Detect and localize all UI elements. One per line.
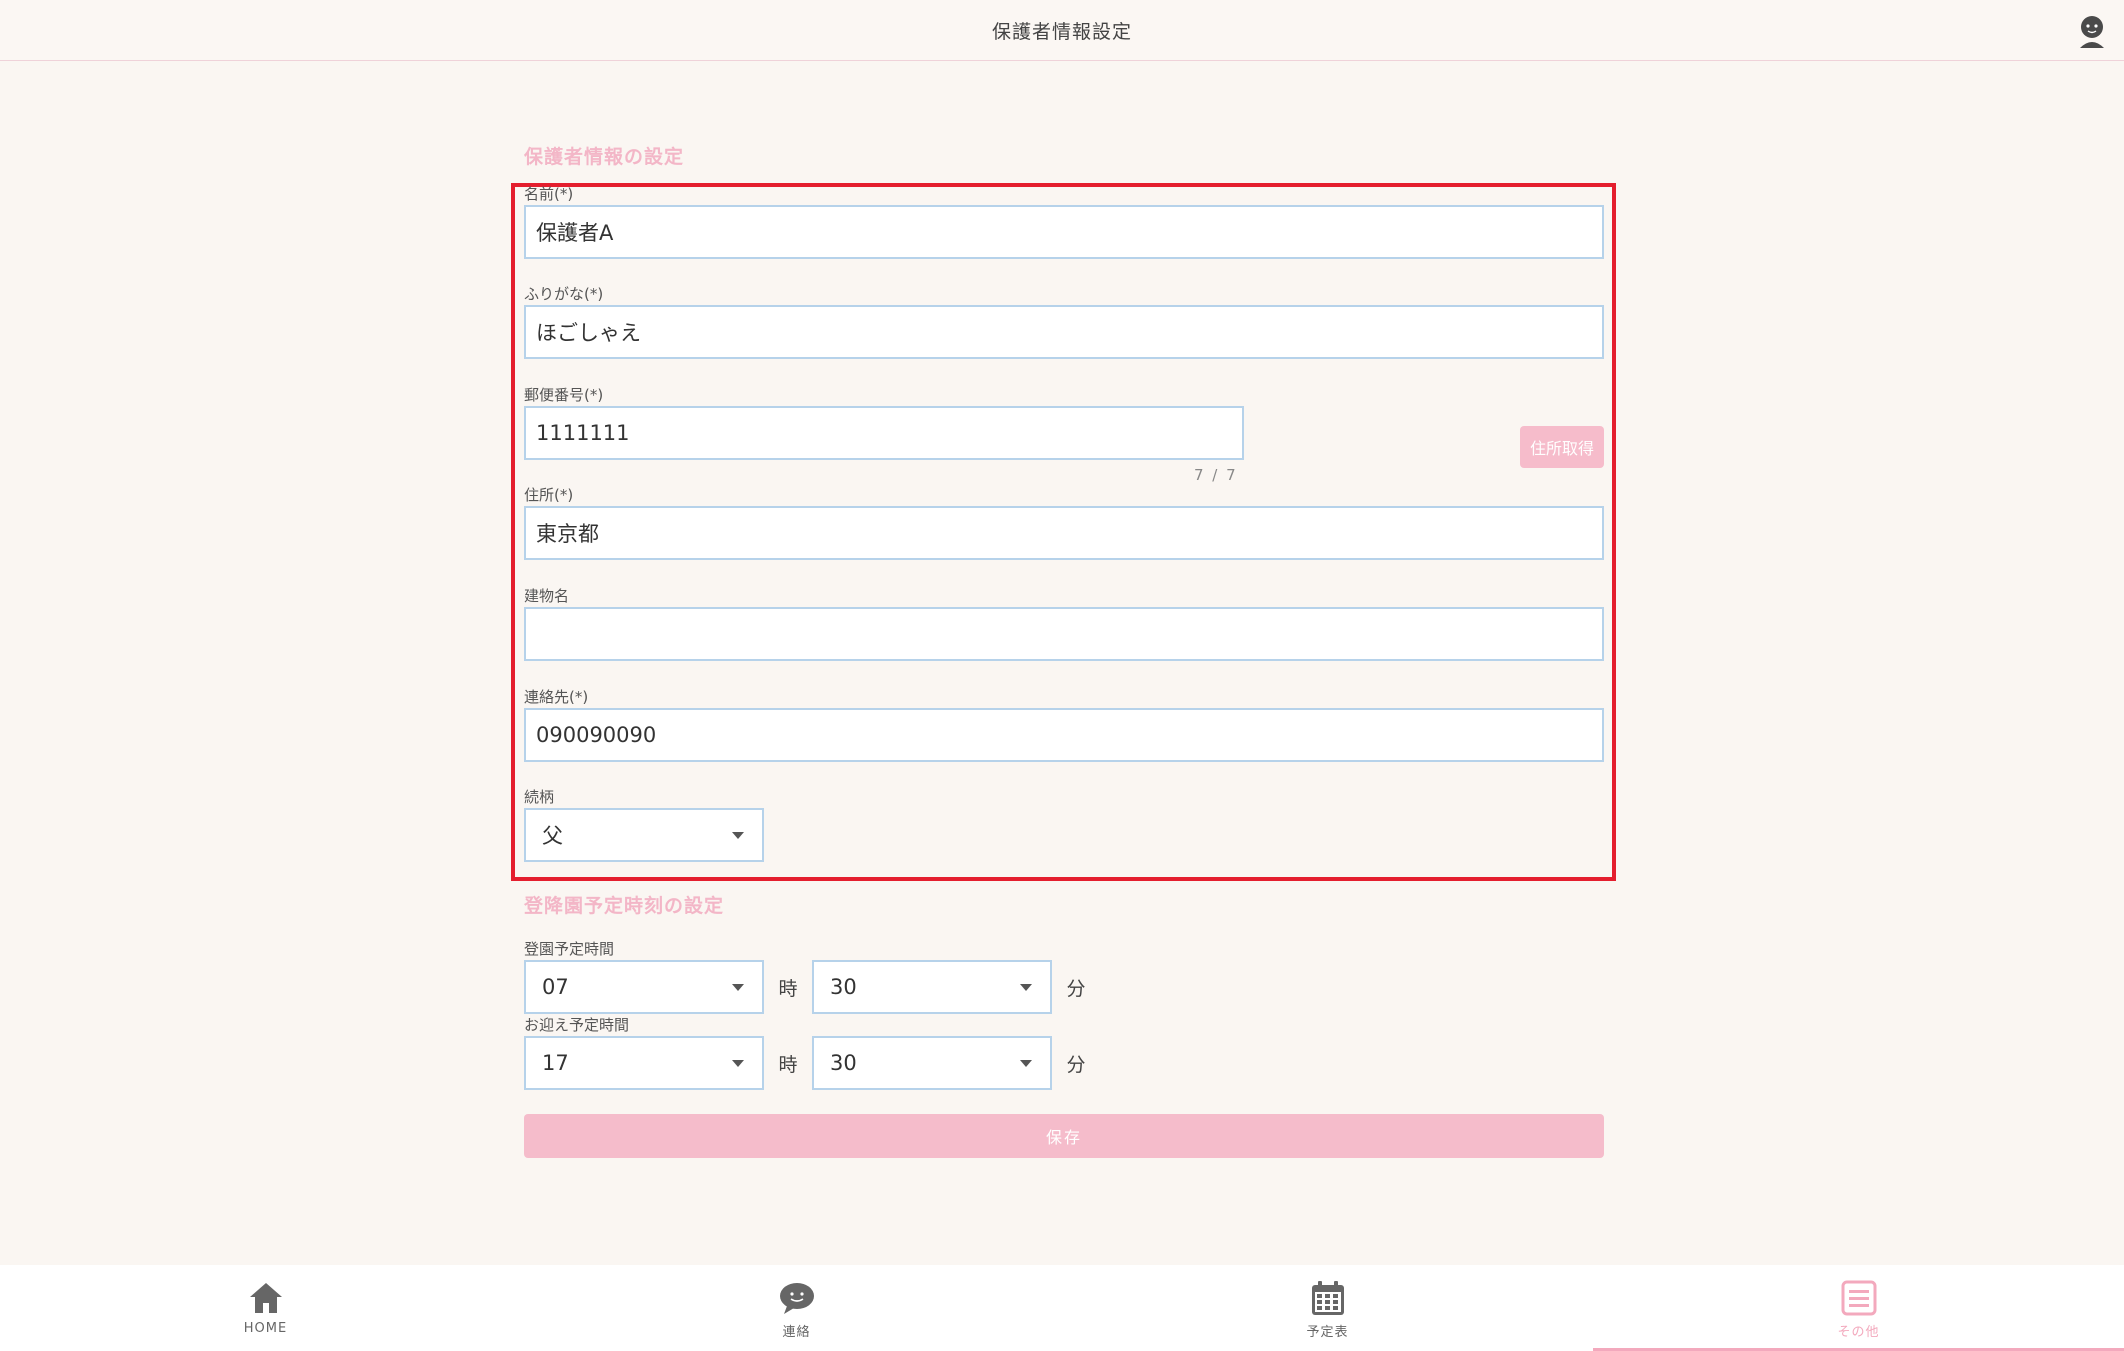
address-field: 住所(*) bbox=[524, 484, 1604, 585]
name-input[interactable] bbox=[524, 205, 1604, 259]
bottom-tab-bar: HOME 連絡 予定表 その他 bbox=[0, 1265, 2124, 1351]
tab-label: HOME bbox=[243, 1321, 288, 1336]
save-button[interactable]: 保存 bbox=[524, 1114, 1604, 1158]
home-icon bbox=[249, 1283, 282, 1313]
settings-form: 保護者情報の設定 名前(*) ふりがな(*) 郵便番号(*) 7 / 7 住所取… bbox=[511, 143, 1616, 1158]
tab-schedule[interactable]: 予定表 bbox=[1062, 1265, 1593, 1351]
tab-home[interactable]: HOME bbox=[0, 1265, 531, 1351]
tab-label: 予定表 bbox=[1306, 1325, 1349, 1340]
chevron-down-icon bbox=[732, 983, 744, 991]
arrival-time-row: 07 時 30 分 bbox=[524, 960, 1604, 1014]
chevron-down-icon bbox=[732, 831, 744, 839]
chat-icon bbox=[779, 1283, 814, 1314]
relation-label: 続柄 bbox=[524, 788, 555, 806]
contact-input[interactable] bbox=[524, 708, 1604, 762]
get-address-button[interactable]: 住所取得 bbox=[1520, 426, 1604, 468]
arrival-time-label: 登園予定時間 bbox=[524, 940, 615, 958]
kana-input[interactable] bbox=[524, 305, 1604, 359]
zip-char-counter: 7 / 7 bbox=[1194, 466, 1238, 484]
page-title: 保護者情報設定 bbox=[991, 20, 1132, 43]
calendar-icon bbox=[1311, 1281, 1344, 1315]
tab-other[interactable]: その他 bbox=[1593, 1265, 2124, 1351]
contact-field: 連絡先(*) bbox=[524, 686, 1604, 786]
relation-field: 続柄 父 bbox=[524, 786, 1604, 886]
chevron-down-icon bbox=[1020, 983, 1032, 991]
building-input[interactable] bbox=[524, 607, 1604, 661]
pickup-minute-select[interactable]: 30 bbox=[812, 1036, 1052, 1090]
zip-input[interactable] bbox=[524, 406, 1244, 460]
arrival-hour-value: 07 bbox=[542, 975, 569, 999]
hour-unit: 時 bbox=[778, 1053, 798, 1076]
app-header: 保護者情報設定 bbox=[0, 0, 2124, 61]
tab-label: 連絡 bbox=[782, 1325, 811, 1340]
relation-select[interactable]: 父 bbox=[524, 808, 764, 862]
zip-label: 郵便番号(*) bbox=[524, 386, 604, 404]
menu-icon bbox=[1841, 1280, 1876, 1316]
address-label: 住所(*) bbox=[524, 486, 574, 504]
chevron-down-icon bbox=[1020, 1059, 1032, 1067]
kana-label: ふりがな(*) bbox=[524, 285, 604, 303]
pickup-minute-value: 30 bbox=[830, 1051, 857, 1075]
pickup-time-label: お迎え予定時間 bbox=[524, 1016, 630, 1034]
minute-unit: 分 bbox=[1066, 977, 1086, 1000]
relation-value: 父 bbox=[542, 824, 563, 848]
building-field: 建物名 bbox=[524, 585, 1604, 686]
pickup-time-row: 17 時 30 分 bbox=[524, 1036, 1604, 1090]
guardian-section-title: 保護者情報の設定 bbox=[524, 146, 685, 168]
contact-label: 連絡先(*) bbox=[524, 688, 589, 706]
hour-unit: 時 bbox=[778, 977, 798, 1000]
tab-label: その他 bbox=[1837, 1325, 1880, 1340]
pickup-hour-select[interactable]: 17 bbox=[524, 1036, 764, 1090]
tab-contact[interactable]: 連絡 bbox=[531, 1265, 1062, 1351]
arrival-hour-select[interactable]: 07 bbox=[524, 960, 764, 1014]
name-field: 名前(*) bbox=[524, 183, 1604, 283]
minute-unit: 分 bbox=[1066, 1053, 1086, 1076]
kana-field: ふりがな(*) bbox=[524, 283, 1604, 384]
arrival-minute-select[interactable]: 30 bbox=[812, 960, 1052, 1014]
schedule-section-title: 登降園予定時刻の設定 bbox=[524, 895, 725, 917]
chevron-down-icon bbox=[732, 1059, 744, 1067]
pickup-hour-value: 17 bbox=[542, 1051, 569, 1075]
name-label: 名前(*) bbox=[524, 185, 574, 203]
user-avatar-icon[interactable] bbox=[2074, 12, 2110, 48]
address-input[interactable] bbox=[524, 506, 1604, 560]
arrival-minute-value: 30 bbox=[830, 975, 857, 999]
building-label: 建物名 bbox=[524, 587, 570, 605]
zip-field: 郵便番号(*) 7 / 7 住所取得 bbox=[524, 384, 1604, 484]
